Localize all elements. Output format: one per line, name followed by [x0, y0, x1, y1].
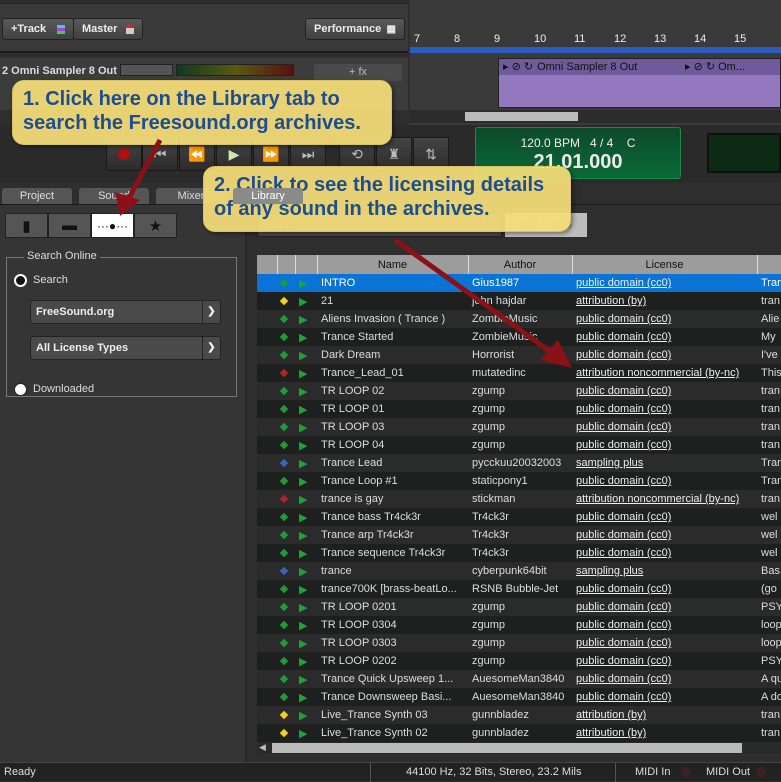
arrow-2-head	[540, 340, 572, 368]
annotation-arrows	[115, 138, 572, 368]
arrow-1-head	[115, 192, 140, 216]
arrow-2	[393, 237, 557, 358]
arrow-1	[125, 138, 163, 202]
